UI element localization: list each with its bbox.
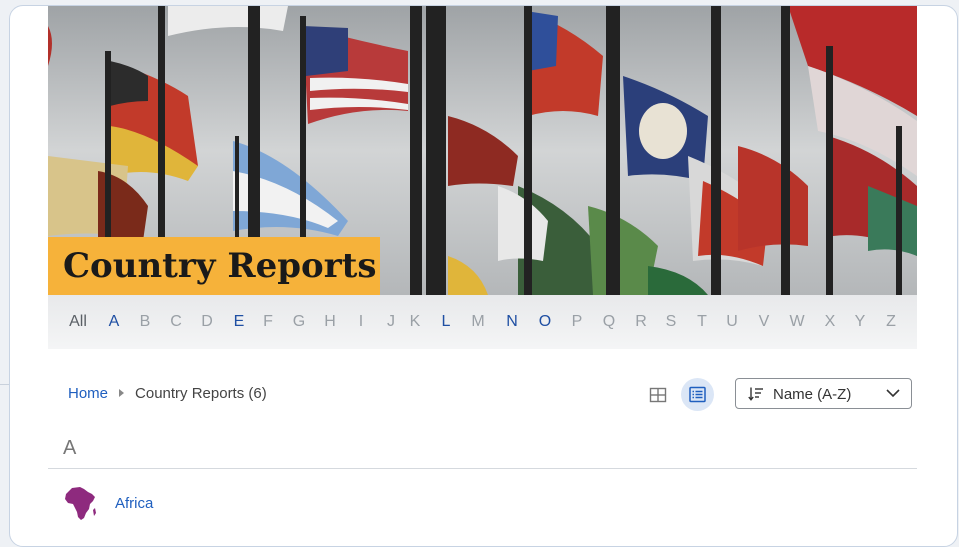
page-card: Country Reports All A B C D E F G H I J K L M N O P Q R S T U… <box>9 5 958 547</box>
alphabet-filter-letter-e[interactable]: E <box>234 313 245 331</box>
alphabet-filter-letter-g: G <box>292 313 306 330</box>
grid-view-icon <box>649 387 667 403</box>
list-view-button[interactable] <box>681 378 714 411</box>
sort-selected-value: Name (A-Z) <box>773 386 852 403</box>
grid-view-button[interactable] <box>647 384 669 406</box>
breadcrumb-home-link[interactable]: Home <box>68 385 108 402</box>
section-divider <box>48 468 917 469</box>
alphabet-filter-letter-u: U <box>726 313 738 330</box>
alphabet-filter-letter-d: D <box>201 313 213 330</box>
alphabet-filter-letter-a[interactable]: A <box>109 313 120 331</box>
sort-dropdown[interactable]: Name (A-Z) <box>735 378 912 409</box>
alphabet-filter-letter-p: P <box>571 313 583 330</box>
list-view-icon <box>689 386 706 403</box>
africa-map-icon <box>65 487 96 520</box>
alphabet-filter-all[interactable]: All <box>69 313 87 331</box>
alphabet-filter-letter-s: S <box>665 313 677 330</box>
chevron-down-icon <box>886 389 900 398</box>
breadcrumb: Home Country Reports (6) <box>68 385 267 402</box>
alphabet-filter-letter-k: K <box>409 313 421 330</box>
alphabet-filter-letter-n[interactable]: N <box>506 313 518 331</box>
sort-icon <box>748 387 763 401</box>
alphabet-filter-letter-o[interactable]: O <box>539 313 551 331</box>
alphabet-filter-letter-h: H <box>324 313 336 330</box>
alphabet-filter-letter-m: M <box>471 313 485 330</box>
alphabet-filter-letter-b: B <box>139 313 151 330</box>
alphabet-filter-letter-i: I <box>358 313 364 330</box>
page-title: Country Reports <box>48 237 380 295</box>
list-item-africa[interactable]: Africa <box>115 495 153 512</box>
section-letter-heading: A <box>63 437 77 459</box>
alphabet-filter-bar: All A B C D E F G H I J K L M N O P Q R S T U V W X Y Z <box>48 295 917 349</box>
alphabet-filter-letter-l[interactable]: L <box>442 313 451 331</box>
alphabet-filter-letter-c: C <box>170 313 182 330</box>
alphabet-filter-letter-t: T <box>697 313 707 330</box>
alphabet-filter-letter-j: J <box>387 313 395 330</box>
hero-banner: Country Reports <box>48 6 917 295</box>
alphabet-filter-letter-f: F <box>263 313 273 330</box>
alphabet-filter-letter-r: R <box>635 313 647 330</box>
alphabet-filter-letter-v: V <box>758 313 770 330</box>
breadcrumb-current: Country Reports (6) <box>135 385 267 402</box>
alphabet-filter-letter-y: Y <box>854 313 866 330</box>
breadcrumb-separator-icon <box>119 389 125 397</box>
alphabet-filter-letter-q: Q <box>602 313 616 330</box>
alphabet-filter-letter-z: Z <box>886 313 896 330</box>
alphabet-filter-letter-w: W <box>789 313 805 330</box>
alphabet-filter-letter-x: X <box>824 313 836 330</box>
